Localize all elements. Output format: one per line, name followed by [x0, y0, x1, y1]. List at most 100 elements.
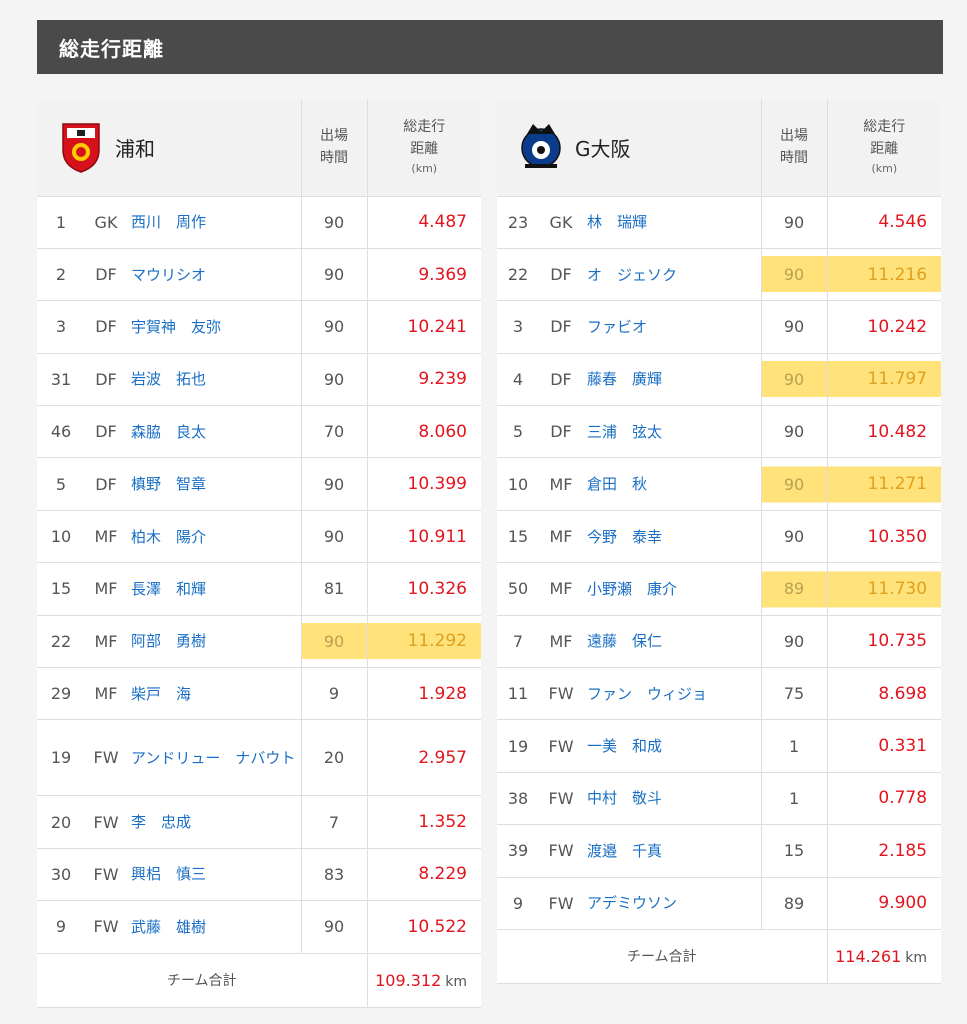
team-table-gamba: G大阪 出場 時間 総走行 距離 (km) 23 GK 林 瑞輝 90 4.546 22 D…: [497, 99, 942, 984]
player-name-link[interactable]: アンドリュー ナバウト: [127, 719, 301, 797]
distance-value: 9.369: [366, 248, 481, 302]
player-name-link[interactable]: 林 瑞輝: [583, 196, 762, 249]
player-name-link[interactable]: 藤春 廣輝: [583, 353, 762, 407]
player-number: 50: [497, 562, 539, 616]
player-name-link[interactable]: 一美 和成: [583, 719, 762, 773]
player-row: 10 MF 柏木 陽介 90 10.911: [37, 510, 481, 564]
player-name-link[interactable]: 阿部 勇樹: [127, 615, 301, 669]
player-row: 22 DF オ ジェソク 90 11.216: [497, 248, 942, 302]
play-time: 9: [300, 667, 367, 721]
team-header: 浦和: [37, 99, 301, 197]
team-total-row: チーム合計 114.261 km: [497, 929, 942, 984]
play-time: 90: [760, 248, 828, 302]
player-number: 19: [497, 719, 539, 773]
player-number: 9: [497, 877, 539, 930]
player-position: FW: [539, 824, 583, 878]
player-number: 4: [497, 353, 539, 407]
play-time: 90: [760, 405, 828, 459]
play-time: 1: [760, 719, 828, 773]
play-time: 90: [760, 510, 828, 564]
play-time: 15: [760, 824, 828, 878]
player-number: 3: [37, 300, 85, 354]
player-name-link[interactable]: 興梠 慎三: [127, 848, 301, 902]
distance-value: 10.242: [826, 300, 942, 354]
player-row: 5 DF 三浦 弦太 90 10.482: [497, 405, 942, 459]
player-name-link[interactable]: 槙野 智章: [127, 457, 301, 511]
player-number: 23: [497, 196, 539, 249]
player-name-link[interactable]: 西川 周作: [127, 196, 301, 249]
distance-value: 2.957: [366, 719, 481, 797]
player-name-link[interactable]: 長澤 和輝: [127, 562, 301, 616]
player-position: FW: [539, 667, 583, 721]
player-position: DF: [85, 353, 127, 407]
play-time: 90: [760, 196, 828, 249]
player-row: 5 DF 槙野 智章 90 10.399: [37, 457, 481, 511]
player-number: 15: [37, 562, 85, 616]
player-name-link[interactable]: オ ジェソク: [583, 248, 762, 302]
player-position: MF: [85, 562, 127, 616]
player-name-link[interactable]: 森脇 良太: [127, 405, 301, 459]
player-name-link[interactable]: 柏木 陽介: [127, 510, 301, 564]
player-row: 38 FW 中村 敬斗 1 0.778: [497, 772, 942, 826]
urawa-emblem-icon: [62, 123, 100, 174]
player-number: 20: [37, 795, 85, 849]
player-row: 22 MF 阿部 勇樹 90 11.292: [37, 615, 481, 669]
player-row: 19 FW 一美 和成 1 0.331: [497, 719, 942, 773]
player-name-link[interactable]: 中村 敬斗: [583, 772, 762, 826]
player-position: MF: [85, 667, 127, 721]
player-row: 50 MF 小野瀬 康介 89 11.730: [497, 562, 942, 616]
player-position: DF: [539, 248, 583, 302]
player-name-link[interactable]: ファン ウィジョ: [583, 667, 762, 721]
player-number: 39: [497, 824, 539, 878]
player-row: 30 FW 興梠 慎三 83 8.229: [37, 848, 481, 902]
player-name-link[interactable]: 岩波 拓也: [127, 353, 301, 407]
player-number: 1: [37, 196, 85, 249]
player-position: DF: [539, 353, 583, 407]
player-name-link[interactable]: 遠藤 保仁: [583, 615, 762, 669]
distance-value: 8.060: [366, 405, 481, 459]
player-name-link[interactable]: 李 忠成: [127, 795, 301, 849]
player-name-link[interactable]: 三浦 弦太: [583, 405, 762, 459]
player-number: 15: [497, 510, 539, 564]
distance-value: 2.185: [826, 824, 942, 878]
distance-value: 10.399: [366, 457, 481, 511]
player-position: MF: [539, 562, 583, 616]
player-row: 9 FW アデミウソン 89 9.900: [497, 877, 942, 930]
player-position: MF: [539, 615, 583, 669]
player-name-link[interactable]: 宇賀神 友弥: [127, 300, 301, 354]
player-number: 30: [37, 848, 85, 902]
player-row: 1 GK 西川 周作 90 4.487: [37, 196, 481, 249]
player-position: DF: [85, 300, 127, 354]
player-name-link[interactable]: 渡邉 千真: [583, 824, 762, 878]
player-name-link[interactable]: 小野瀬 康介: [583, 562, 762, 616]
distance-value: 8.229: [366, 848, 481, 902]
play-time: 90: [760, 353, 828, 407]
player-row: 4 DF 藤春 廣輝 90 11.797: [497, 353, 942, 407]
total-label: チーム合計: [37, 953, 367, 1008]
team-header: G大阪: [497, 99, 762, 197]
player-name-link[interactable]: マウリシオ: [127, 248, 301, 302]
player-row: 10 MF 倉田 秋 90 11.271: [497, 457, 942, 511]
player-name-link[interactable]: ファビオ: [583, 300, 762, 354]
play-time: 70: [300, 405, 367, 459]
player-row: 3 DF 宇賀神 友弥 90 10.241: [37, 300, 481, 354]
player-name-link[interactable]: 柴戸 海: [127, 667, 301, 721]
distance-value: 11.292: [366, 615, 481, 669]
play-time: 90: [300, 353, 367, 407]
player-number: 38: [497, 772, 539, 826]
player-row: 11 FW ファン ウィジョ 75 8.698: [497, 667, 942, 721]
distance-value: 0.331: [826, 719, 942, 773]
time-header: 出場 時間: [760, 99, 828, 197]
player-name-link[interactable]: 今野 泰幸: [583, 510, 762, 564]
player-name-link[interactable]: 倉田 秋: [583, 457, 762, 511]
team-total-row: チーム合計 109.312 km: [37, 953, 481, 1008]
distance-value: 9.900: [826, 877, 942, 930]
team-name: 浦和: [115, 136, 155, 161]
gamba-emblem-icon: [521, 124, 561, 169]
player-number: 22: [37, 615, 85, 669]
player-name-link[interactable]: 武藤 雄樹: [127, 900, 301, 954]
player-name-link[interactable]: アデミウソン: [583, 877, 762, 930]
player-position: FW: [85, 795, 127, 849]
player-number: 19: [37, 719, 85, 797]
distance-value: 1.928: [366, 667, 481, 721]
